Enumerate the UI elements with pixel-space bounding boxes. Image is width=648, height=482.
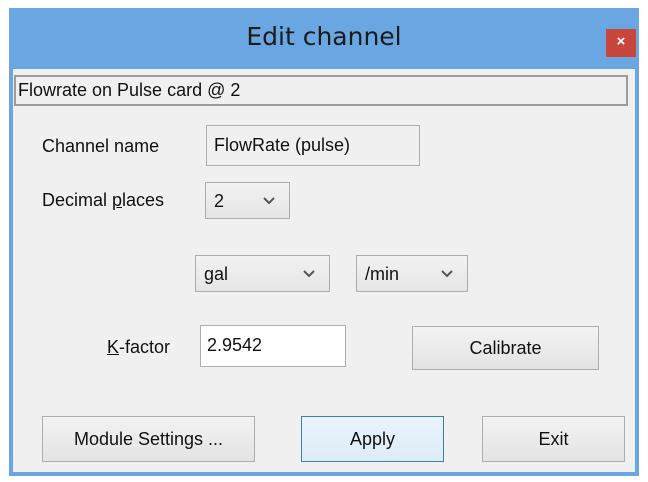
channel-name-label: Channel name bbox=[42, 136, 160, 156]
decimal-places-value: 2 bbox=[214, 191, 225, 211]
decimal-places-label: Decimal places bbox=[42, 190, 165, 210]
decimal-places-dropdown[interactable]: 2 bbox=[205, 182, 290, 219]
close-icon: × bbox=[616, 33, 626, 50]
accelerator-key: K bbox=[107, 337, 120, 357]
channel-name-field: FlowRate (pulse) bbox=[206, 125, 420, 166]
chevron-down-icon bbox=[441, 270, 453, 278]
dialog-client-area: Flowrate on Pulse card @ 2 Channel name … bbox=[13, 69, 635, 472]
title-bar[interactable]: Edit channel × bbox=[9, 8, 639, 70]
volume-unit-dropdown[interactable]: gal bbox=[195, 255, 330, 292]
edit-channel-window: Edit channel × Flowrate on Pulse card @ … bbox=[0, 0, 648, 482]
calibrate-button[interactable]: Calibrate bbox=[412, 326, 599, 370]
window-title: Edit channel bbox=[246, 22, 402, 51]
k-factor-label: K-factor bbox=[107, 337, 171, 357]
time-unit-dropdown[interactable]: /min bbox=[356, 255, 468, 292]
exit-button[interactable]: Exit bbox=[482, 416, 625, 462]
chevron-down-icon bbox=[303, 270, 315, 278]
module-settings-button[interactable]: Module Settings ... bbox=[42, 416, 255, 462]
window-frame: Edit channel × Flowrate on Pulse card @ … bbox=[9, 8, 639, 476]
apply-button[interactable]: Apply bbox=[301, 416, 444, 462]
volume-unit-value: gal bbox=[204, 264, 229, 284]
time-unit-value: /min bbox=[365, 264, 400, 284]
k-factor-input[interactable]: 2.9542 bbox=[200, 325, 346, 367]
channel-info-bar: Flowrate on Pulse card @ 2 bbox=[14, 75, 628, 106]
accelerator-key: p bbox=[112, 190, 123, 210]
close-button[interactable]: × bbox=[606, 29, 636, 57]
chevron-down-icon bbox=[263, 197, 275, 205]
